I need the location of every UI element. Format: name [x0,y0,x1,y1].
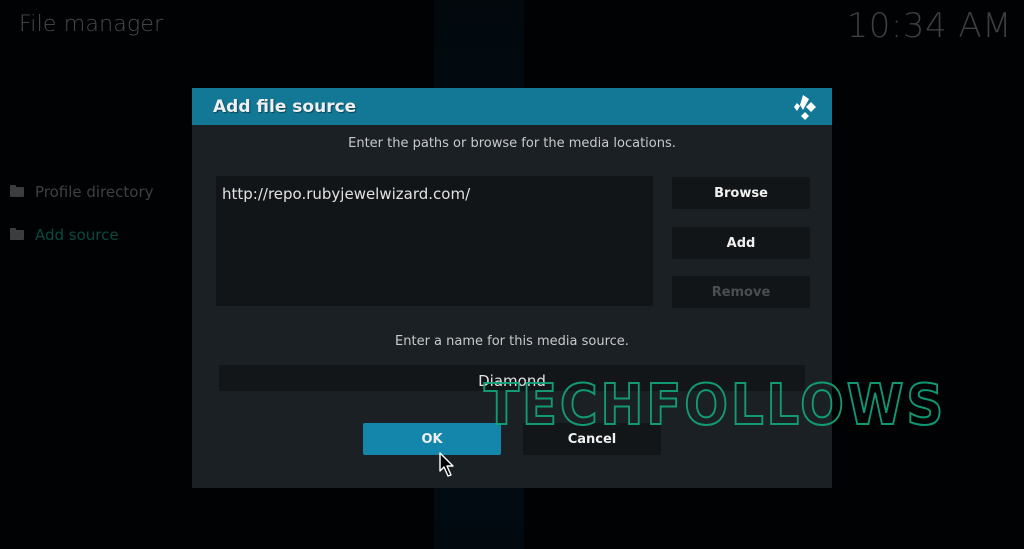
dialog-header: Add file source [192,88,832,125]
path-item[interactable]: http://repo.rubyjewelwizard.com/ [216,176,653,203]
name-instruction: Enter a name for this media source. [395,334,629,349]
browse-button[interactable]: Browse [672,177,810,209]
add-file-source-dialog: Add file source Enter the paths or brows… [192,88,832,488]
screen: File manager 10:34 AM Profile directory … [0,0,1024,549]
clock: 10:34 AM [846,6,1012,46]
page-title: File manager [19,12,164,37]
path-list[interactable]: http://repo.rubyjewelwizard.com/ [216,176,653,306]
remove-path-button[interactable]: Remove [672,276,810,308]
cancel-button[interactable]: Cancel [523,423,661,455]
ok-button[interactable]: OK [363,423,501,455]
sidebar-item-profile-directory[interactable]: Profile directory [10,183,154,201]
dialog-title: Add file source [213,96,357,117]
sidebar-item-add-source[interactable]: Add source [10,226,119,244]
sidebar-item-label: Profile directory [35,183,154,201]
sidebar-item-label: Add source [35,226,119,244]
mouse-cursor-icon [439,452,454,477]
folder-icon [10,185,24,197]
source-name-value: Diamond [478,372,546,390]
kodi-logo-icon [794,94,816,120]
source-name-input[interactable]: Diamond [219,365,805,391]
add-path-button[interactable]: Add [672,227,810,259]
folder-icon [10,228,24,240]
paths-instruction: Enter the paths or browse for the media … [348,136,676,151]
